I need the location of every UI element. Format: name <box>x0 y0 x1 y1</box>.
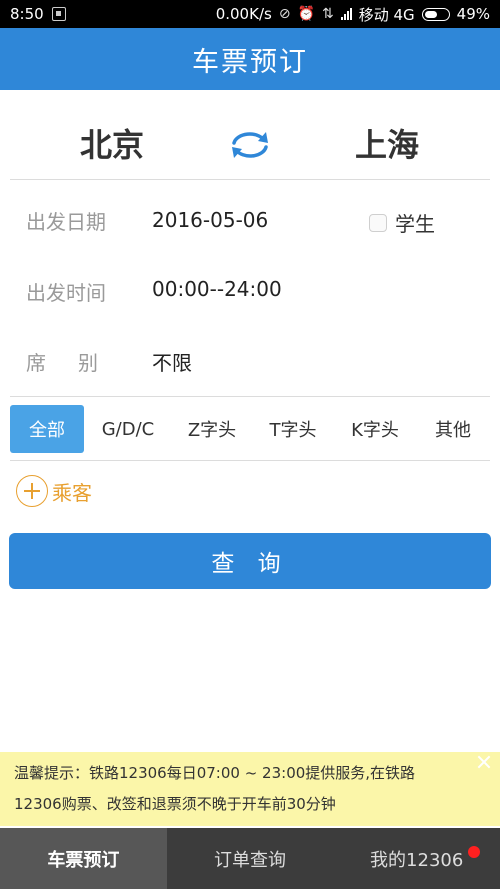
seat-label: 席 别 <box>26 351 104 375</box>
divider <box>10 179 490 180</box>
page-title: 车票预订 <box>0 28 500 90</box>
divider <box>10 460 490 461</box>
filter-all[interactable]: 全部 <box>10 405 84 453</box>
notice-line: 温馨提示：铁路12306每日07:00 ~ 23:00提供服务,在铁路 <box>14 764 416 782</box>
time-label: 出发时间 <box>26 281 106 305</box>
tab-ticket-booking[interactable]: 车票预订 <box>0 828 167 889</box>
signal-icon <box>340 8 352 20</box>
battery-icon <box>421 7 450 21</box>
close-icon[interactable] <box>476 754 492 770</box>
from-station[interactable]: 北京 <box>80 120 144 166</box>
add-passenger-button[interactable]: 乘客 <box>16 475 92 507</box>
train-type-filter: 全部 G/D/C Z字头 T字头 K字头 其他 <box>10 405 490 453</box>
swap-icon[interactable] <box>228 128 272 162</box>
filter-z[interactable]: Z字头 <box>172 405 252 453</box>
student-checkbox[interactable] <box>369 213 387 232</box>
filter-gdc[interactable]: G/D/C <box>84 405 172 453</box>
student-label: 学生 <box>395 212 435 236</box>
filter-other[interactable]: 其他 <box>416 405 490 453</box>
status-battery: 49% <box>456 5 490 23</box>
tab-order-query[interactable]: 订单查询 <box>167 828 334 889</box>
date-value[interactable]: 2016-05-06 <box>152 208 268 232</box>
date-label: 出发日期 <box>26 210 106 234</box>
nfc-off-icon: ⊘ <box>278 6 291 22</box>
filter-k[interactable]: K字头 <box>334 405 416 453</box>
tab-label: 我的12306 <box>370 849 464 871</box>
gallery-icon <box>51 7 66 21</box>
data-transfer-icon: ⇅ <box>321 6 334 22</box>
bottom-tab-bar: 车票预订 订单查询 我的12306 <box>0 828 500 889</box>
alarm-icon: ⏰ <box>297 6 315 22</box>
filter-t[interactable]: T字头 <box>252 405 334 453</box>
status-bar: 8:50 0.00K/s ⊘ ⏰ ⇅ 移动 4G 49% <box>0 0 500 28</box>
to-station[interactable]: 上海 <box>355 120 419 166</box>
status-time: 8:50 <box>10 5 44 23</box>
status-carrier: 移动 4G <box>358 5 415 24</box>
notice-line: 12306购票、改签和退票须不晚于开车前30分钟 <box>14 795 336 813</box>
passenger-label: 乘客 <box>52 480 92 505</box>
notice-banner: 温馨提示：铁路12306每日07:00 ~ 23:00提供服务,在铁路 1230… <box>0 752 500 826</box>
plus-icon <box>16 475 48 507</box>
query-button[interactable]: 查 询 <box>9 533 491 589</box>
time-value[interactable]: 00:00--24:00 <box>152 277 282 301</box>
notification-dot <box>468 846 481 858</box>
student-option[interactable]: 学生 <box>369 208 435 237</box>
tab-my-12306[interactable]: 我的12306 <box>333 828 500 889</box>
status-net-speed: 0.00K/s <box>215 5 272 23</box>
seat-value[interactable]: 不限 <box>152 347 192 376</box>
divider <box>10 396 490 397</box>
